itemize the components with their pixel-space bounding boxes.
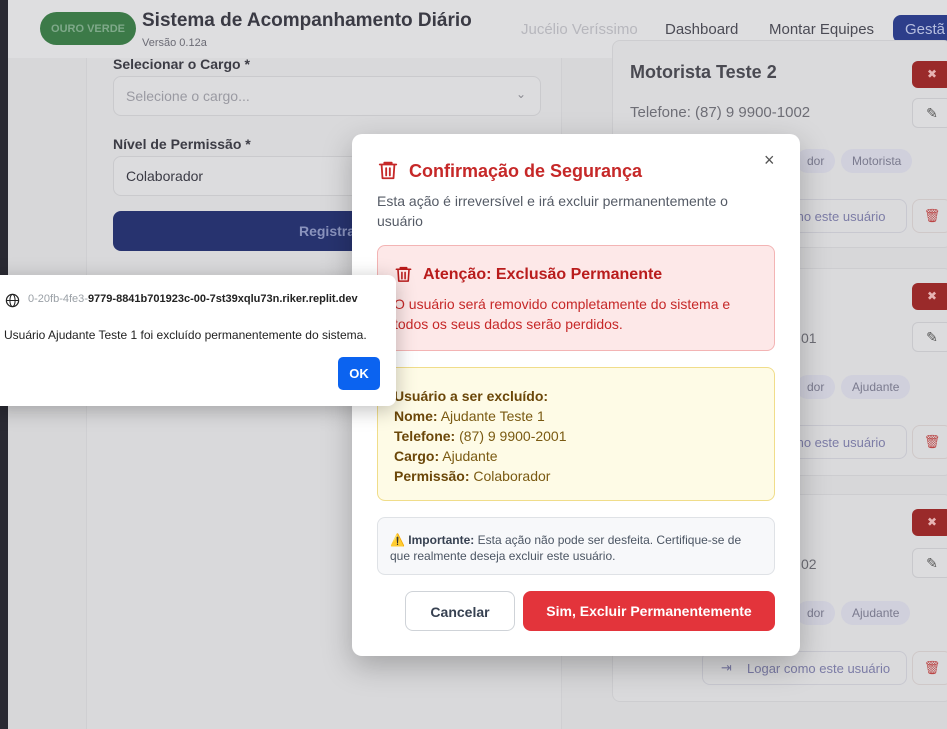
trash-icon	[395, 266, 412, 282]
role-label: Cargo:	[394, 448, 440, 464]
nav-montar-equipes[interactable]: Montar Equipes	[769, 21, 874, 38]
warning-title: Atenção: Exclusão Permanente	[423, 266, 663, 283]
user-card-name: Motorista Teste 2	[630, 62, 777, 82]
edit-icon[interactable]: ✎	[912, 548, 947, 578]
delete-confirmation-modal: Confirmação de Segurança × Esta ação é i…	[352, 134, 800, 656]
app-version: Versão 0.12a	[142, 37, 207, 49]
cargo-placeholder: Selecione o cargo...	[126, 88, 250, 104]
permission-badge: dor	[796, 149, 836, 173]
trash-icon	[378, 161, 398, 180]
cargo-label: Selecionar o Cargo *	[113, 56, 250, 72]
user-info-box: Usuário a ser excluído: Nome: Ajudante T…	[377, 367, 775, 501]
note-label: Importante:	[408, 533, 475, 547]
chevron-down-icon: ⌄	[515, 87, 526, 101]
trash-icon[interactable]: 🗑	[912, 651, 947, 685]
trash-icon[interactable]: 🗑	[912, 199, 947, 233]
alert-message: Usuário Ajudante Teste 1 foi excluído pe…	[4, 328, 367, 342]
phone-label: Telefone:	[394, 428, 456, 444]
cancel-button[interactable]: Cancelar	[405, 591, 515, 631]
alert-origin-faded: 0-20fb-4fe3-	[28, 293, 88, 305]
cargo-select[interactable]: Selecione o cargo... ⌄	[113, 76, 541, 116]
modal-title: Confirmação de Segurança	[409, 161, 643, 181]
user-card-phone: 02	[801, 556, 817, 572]
permission-label: Permissão:	[394, 468, 470, 484]
role-badge: Ajudante	[841, 375, 911, 399]
trash-icon[interactable]: 🗑	[912, 425, 947, 459]
remove-user-icon[interactable]: ✖︎	[912, 509, 947, 536]
ok-button[interactable]: OK	[338, 357, 380, 390]
confirm-delete-button[interactable]: Sim, Excluir Permanentemente	[523, 591, 775, 631]
nav-gestao-button[interactable]: Gestã	[893, 15, 947, 43]
permission-value: Colaborador	[126, 168, 204, 184]
remove-user-icon[interactable]: ✖︎	[912, 61, 947, 88]
warning-box: Atenção: Exclusão Permanente O usuário s…	[377, 245, 775, 351]
alert-origin: 0-20fb-4fe3-9779-8841b701923c-00-7st39xq…	[28, 293, 358, 305]
permission-value: Colaborador	[473, 468, 551, 484]
app-title: Sistema de Acompanhamento Diário	[142, 10, 472, 31]
warning-icon: ⚠️	[390, 533, 405, 547]
login-as-user-button[interactable]: ⇥ Logar como este usuário	[702, 651, 907, 685]
browser-alert-dialog: 0-20fb-4fe3-9779-8841b701923c-00-7st39xq…	[0, 275, 396, 406]
permission-label: Nível de Permissão *	[113, 136, 251, 152]
login-icon: ⇥	[721, 660, 732, 675]
edit-icon[interactable]: ✎	[912, 98, 947, 128]
modal-description: Esta ação é irreversível e irá excluir p…	[377, 193, 728, 229]
nav-dashboard[interactable]: Dashboard	[665, 21, 738, 38]
important-note: ⚠️ Importante: Esta ação não pode ser de…	[377, 517, 775, 575]
phone-value: (87) 9 9900-2001	[459, 428, 567, 444]
user-name: Jucélio Veríssimo	[521, 21, 638, 38]
user-card-phone: 01	[801, 330, 817, 346]
alert-origin-host: 9779-8841b701923c-00-7st39xqlu73n.riker.…	[87, 293, 358, 305]
login-label: Logar como este usuário	[747, 661, 891, 676]
info-heading: Usuário a ser excluído:	[394, 388, 549, 404]
close-icon[interactable]: ×	[764, 150, 775, 171]
role-value: Ajudante	[442, 448, 498, 464]
permission-badge: dor	[796, 375, 836, 399]
name-value: Ajudante Teste 1	[440, 408, 545, 424]
edit-icon[interactable]: ✎	[912, 322, 947, 352]
globe-icon	[5, 293, 20, 308]
remove-user-icon[interactable]: ✖︎	[912, 283, 947, 310]
warning-text: O usuário será removido completamente do…	[394, 296, 731, 332]
name-label: Nome:	[394, 408, 438, 424]
user-card-phone: Telefone: (87) 9 9900-1002	[630, 104, 811, 121]
role-badge: Ajudante	[841, 601, 911, 625]
role-badge: Motorista	[841, 149, 913, 173]
brand-badge: OURO VERDE	[40, 12, 136, 45]
permission-badge: dor	[796, 601, 836, 625]
